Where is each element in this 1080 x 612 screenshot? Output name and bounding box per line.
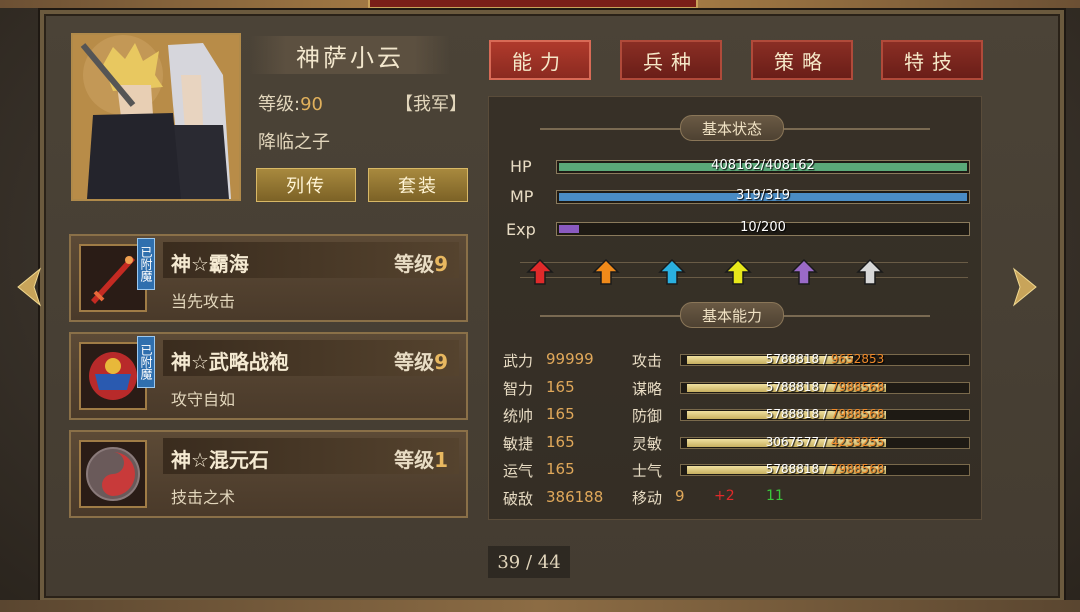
- tab-ability[interactable]: 能力: [489, 40, 591, 80]
- hp-label: HP: [510, 157, 532, 176]
- hero-camp: 【我军】: [395, 94, 467, 115]
- purple-arrow-icon[interactable]: [790, 258, 818, 286]
- equipment-level: 等级9: [394, 346, 448, 375]
- mp-label: MP: [510, 187, 534, 206]
- combat-stat-value: 5788818 / 7988568: [765, 462, 885, 476]
- equipment-level: 等级1: [394, 444, 448, 473]
- exp-value: 10/200: [740, 220, 786, 235]
- page-indicator: 39 / 44: [488, 546, 570, 578]
- chevron-right-icon: [1012, 267, 1037, 307]
- combat-stat-name: 攻击: [632, 352, 663, 370]
- exp-bar: 10/200: [556, 220, 970, 236]
- combat-stat-bar: 3067577 / 4233255: [680, 434, 970, 449]
- hero-name-banner: 神萨小云: [250, 36, 450, 74]
- equipment-name: 神☆武略战袍: [171, 350, 289, 374]
- attribute-name: 运气: [503, 462, 534, 480]
- attribute-name: 统帅: [503, 407, 534, 425]
- hero-portrait-image: [73, 35, 239, 199]
- equipment-name: 神☆混元石: [171, 448, 269, 472]
- equipment-level-label: 等级: [394, 448, 435, 472]
- equipment-level-value: 1: [434, 448, 448, 472]
- equipment-desc: 当先攻击: [171, 292, 236, 311]
- top-title-cap: [368, 0, 698, 9]
- attribute-value: 165: [546, 377, 575, 396]
- combat-stat-bar: 5788818 / 9652853: [680, 352, 970, 366]
- basic-ability-label: 基本能力: [680, 302, 784, 328]
- orb-icon: [79, 440, 147, 508]
- equipment-slot-armor[interactable]: 已附魔 神☆武略战袍 等级9 攻守自如: [69, 332, 468, 420]
- chevron-left-icon: [17, 267, 42, 307]
- combat-stat-value: 3067577 / 4233255: [765, 434, 885, 449]
- equipment-level: 等级9: [394, 248, 448, 277]
- basic-status-label: 基本状态: [680, 115, 784, 141]
- equipment-slot-weapon[interactable]: 已附魔 神☆霸海 等级9 当先攻击: [69, 234, 468, 322]
- attribute-value: 165: [546, 405, 575, 423]
- move-total: 11: [766, 488, 784, 504]
- set-button[interactable]: 套装: [368, 168, 468, 202]
- orange-arrow-icon[interactable]: [592, 258, 620, 286]
- attribute-value: 165: [546, 460, 575, 478]
- cyan-arrow-icon[interactable]: [658, 258, 686, 286]
- hp-value: 408162/408162: [711, 158, 815, 173]
- attribute-value: 165: [546, 432, 575, 451]
- exp-label: Exp: [506, 220, 536, 239]
- combat-stat-bar: 5788818 / 7988568: [680, 462, 970, 476]
- tab-troop[interactable]: 兵种: [620, 40, 722, 80]
- mp-bar: 319/319: [556, 188, 970, 204]
- move-label: 移动: [632, 489, 663, 507]
- combat-stat-name: 灵敏: [632, 434, 663, 453]
- move-base: 9: [675, 487, 685, 505]
- enchanted-badge: 已附魔: [137, 336, 155, 388]
- hero-name: 神萨小云: [296, 43, 404, 72]
- red-arrow-icon[interactable]: [526, 258, 554, 286]
- hero-level-value: 90: [300, 94, 323, 115]
- attribute-name: 敏捷: [503, 434, 534, 453]
- equipment-desc: 技击之术: [171, 488, 236, 507]
- equipment-level-label: 等级: [394, 252, 435, 276]
- combat-stat-name: 防御: [632, 407, 663, 425]
- tab-strategy[interactable]: 策略: [751, 40, 853, 80]
- equipment-desc: 攻守自如: [171, 390, 236, 409]
- next-hero-button[interactable]: [1008, 262, 1042, 312]
- combat-stat-bar: 5788818 / 7988568: [680, 379, 970, 394]
- hero-title: 降临之子: [258, 132, 330, 153]
- combat-stat-bar: 5788818 / 7988568: [680, 407, 970, 421]
- bio-button[interactable]: 列传: [256, 168, 356, 202]
- combat-stat-value: 5788818 / 7988568: [765, 379, 885, 394]
- hp-bar: 408162/408162: [556, 158, 970, 174]
- equipment-slot-accessory[interactable]: 神☆混元石 等级1 技击之术: [69, 430, 468, 518]
- equipment-level-value: 9: [434, 350, 448, 374]
- attribute-value: 386188: [546, 487, 604, 506]
- hero-portrait: [71, 33, 241, 201]
- hero-level: 等级:90: [258, 90, 323, 116]
- hero-level-label: 等级:: [258, 94, 301, 115]
- enchanted-badge: 已附魔: [137, 238, 155, 290]
- bottom-border: [0, 600, 1080, 612]
- move-bonus: +2: [714, 488, 735, 504]
- attribute-value: 99999: [546, 350, 594, 368]
- attribute-name: 破敌: [503, 489, 534, 508]
- prev-hero-button[interactable]: [12, 262, 46, 312]
- yellow-arrow-icon[interactable]: [724, 258, 752, 286]
- combat-stat-value: 5788818 / 7988568: [765, 407, 885, 421]
- combat-stat-name: 谋略: [632, 379, 663, 398]
- equipment-level-label: 等级: [394, 350, 435, 374]
- combat-stat-value: 5788818 / 9652853: [765, 352, 885, 366]
- combat-stat-name: 士气: [632, 462, 663, 480]
- equipment-level-value: 9: [434, 252, 448, 276]
- tab-skill[interactable]: 特技: [881, 40, 983, 80]
- equipment-name: 神☆霸海: [171, 252, 249, 276]
- attribute-name: 武力: [503, 352, 534, 370]
- mp-value: 319/319: [735, 188, 790, 203]
- attribute-name: 智力: [503, 379, 534, 398]
- white-arrow-icon[interactable]: [856, 258, 884, 286]
